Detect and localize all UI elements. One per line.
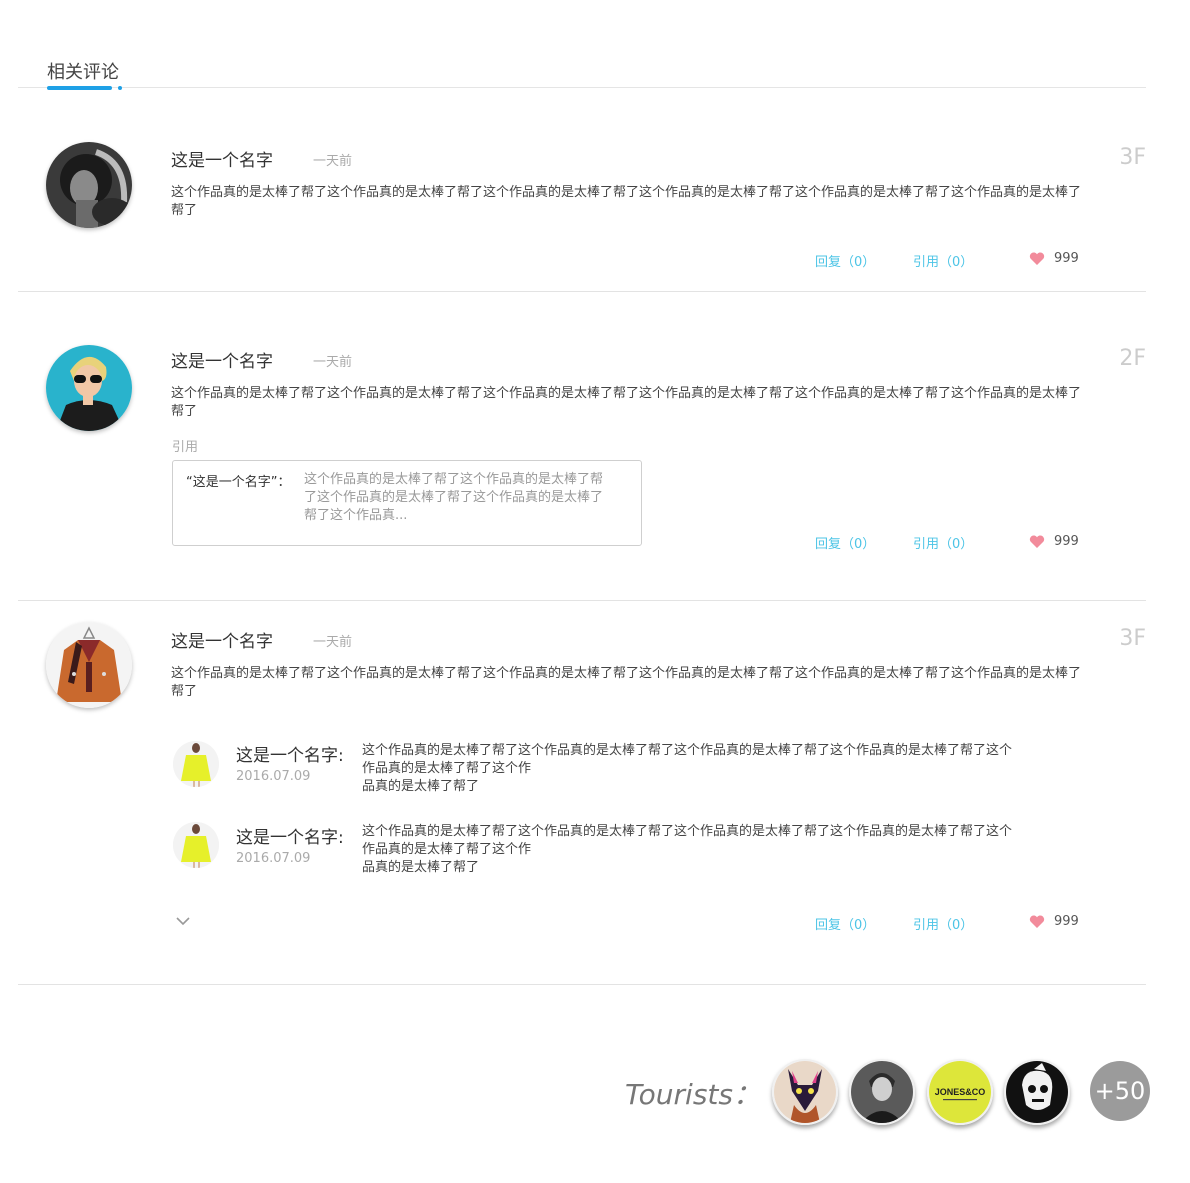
comment-time: 一天前 xyxy=(313,154,353,169)
reply-content: 这个作品真的是太棒了帮了这个作品真的是太棒了帮了这个作品真的是太棒了帮了这个作品… xyxy=(362,824,1013,875)
tourists-label: Tourists： xyxy=(625,1078,761,1111)
comment-content: 这个作品真的是太棒了帮了这个作品真的是太棒了帮了这个作品真的是太棒了帮了这个作品… xyxy=(171,666,1082,699)
comment-author[interactable]: 这是一个名字 xyxy=(171,627,273,652)
tourist-avatar[interactable] xyxy=(1004,1059,1070,1125)
tourist-avatar[interactable]: JONES&CO xyxy=(927,1059,993,1125)
reply-date: 2016.07.09 xyxy=(236,769,311,784)
quote-heading: 引用 xyxy=(172,440,199,455)
more-tourists-badge[interactable]: +50 xyxy=(1090,1061,1150,1121)
svg-text:JONES&CO: JONES&CO xyxy=(935,1087,986,1097)
tab-indicator-dot xyxy=(118,86,122,90)
quoted-text: 这个作品真的是太棒了帮了这个作品真的是太棒了帮了这个作品真的是太棒了帮了这个作品… xyxy=(304,472,604,523)
comment-avatar[interactable] xyxy=(46,622,132,708)
chevron-down-icon[interactable] xyxy=(175,915,191,927)
comment-divider xyxy=(18,984,1146,985)
floor-number: 2F xyxy=(1119,346,1146,371)
like-count: 999 xyxy=(1054,251,1079,266)
quote-button[interactable]: 引用（0） xyxy=(913,914,973,933)
reply-content: 这个作品真的是太棒了帮了这个作品真的是太棒了帮了这个作品真的是太棒了帮了这个作品… xyxy=(362,743,1013,794)
comment-avatar[interactable] xyxy=(46,345,132,431)
comment-content: 这个作品真的是太棒了帮了这个作品真的是太棒了帮了这个作品真的是太棒了帮了这个作品… xyxy=(171,185,1082,218)
reply-author[interactable]: 这是一个名字: xyxy=(236,823,344,848)
reply-button[interactable]: 回复（0） xyxy=(815,914,875,933)
jacket-avatar-icon xyxy=(46,622,132,708)
comment-divider xyxy=(18,600,1146,601)
like-count: 999 xyxy=(1054,534,1079,549)
yellow-dress-avatar-icon xyxy=(173,822,219,868)
reply-button[interactable]: 回复（0） xyxy=(815,251,875,270)
fox-mask-avatar-icon xyxy=(774,1061,836,1123)
comment-time: 一天前 xyxy=(313,635,353,650)
header-divider xyxy=(18,87,1146,88)
quote-button[interactable]: 引用（0） xyxy=(913,533,973,552)
yellow-dress-avatar-icon xyxy=(173,741,219,787)
comment-divider xyxy=(18,291,1146,292)
tourist-avatar[interactable] xyxy=(772,1059,838,1125)
heart-icon[interactable] xyxy=(1029,535,1045,549)
reply-author[interactable]: 这是一个名字: xyxy=(236,741,344,766)
comment-avatar[interactable] xyxy=(46,142,132,228)
heart-icon[interactable] xyxy=(1029,252,1045,266)
like-count: 999 xyxy=(1054,914,1079,929)
portrait-avatar-icon xyxy=(46,142,132,228)
tourist-avatar[interactable] xyxy=(849,1059,915,1125)
comment-author[interactable]: 这是一个名字 xyxy=(171,146,273,171)
comment-time: 一天前 xyxy=(313,355,353,370)
floor-number: 3F xyxy=(1119,145,1146,170)
tab-related-comments[interactable]: 相关评论 xyxy=(47,58,119,84)
reply-date: 2016.07.09 xyxy=(236,851,311,866)
reply-avatar[interactable] xyxy=(173,741,219,787)
reply-button[interactable]: 回复（0） xyxy=(815,533,875,552)
reply-avatar[interactable] xyxy=(173,822,219,868)
quoted-author: “这是一个名字”： xyxy=(186,475,291,490)
heart-icon[interactable] xyxy=(1029,915,1045,929)
portrait-avatar-icon xyxy=(46,345,132,431)
person-avatar-icon xyxy=(851,1061,913,1123)
floor-number: 3F xyxy=(1119,626,1146,651)
tab-active-indicator xyxy=(47,86,112,90)
skull-cartoon-avatar-icon xyxy=(1006,1061,1068,1123)
jones-and-co-logo-icon: JONES&CO xyxy=(929,1061,991,1123)
comment-author[interactable]: 这是一个名字 xyxy=(171,347,273,372)
comment-content: 这个作品真的是太棒了帮了这个作品真的是太棒了帮了这个作品真的是太棒了帮了这个作品… xyxy=(171,386,1082,419)
quote-button[interactable]: 引用（0） xyxy=(913,251,973,270)
